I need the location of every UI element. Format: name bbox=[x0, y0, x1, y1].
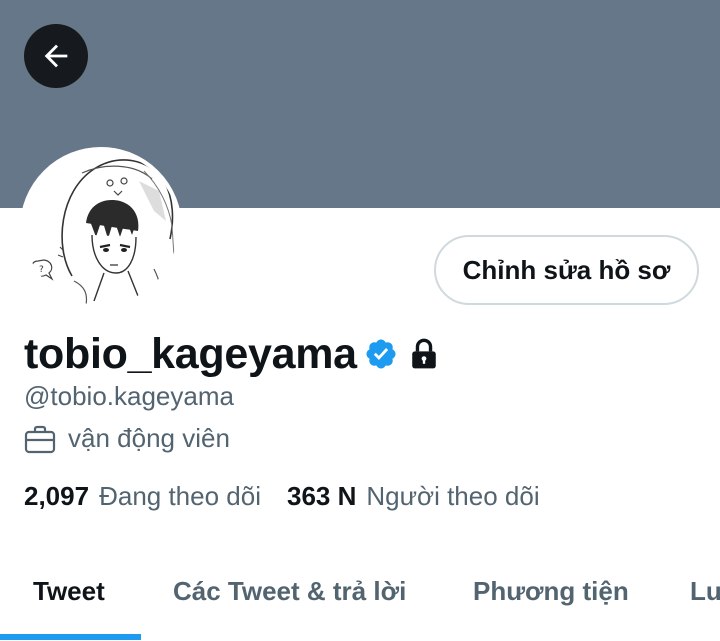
verified-badge-icon[interactable] bbox=[364, 337, 398, 371]
name-row: tobio_kageyama bbox=[24, 328, 440, 380]
tab-likes[interactable]: Lu bbox=[690, 548, 720, 634]
followers-label: Người theo dõi bbox=[366, 481, 540, 511]
profile-tabs: Tweet Các Tweet & trả lời Phương tiện Lu bbox=[0, 548, 720, 641]
active-tab-indicator bbox=[0, 634, 141, 640]
profile-handle: @tobio.kageyama bbox=[24, 381, 234, 411]
arrow-left-icon bbox=[44, 44, 68, 68]
bio-text: vận động viên bbox=[68, 423, 230, 453]
follow-stats: 2,097 Đang theo dõi 363 N Người theo dõi bbox=[24, 481, 540, 512]
bio-row: vận động viên bbox=[24, 423, 230, 454]
tab-tweets[interactable]: Tweet bbox=[33, 548, 105, 634]
tab-tweets-and-replies[interactable]: Các Tweet & trả lời bbox=[173, 548, 406, 634]
edit-profile-button[interactable]: Chỉnh sửa hồ sơ bbox=[434, 235, 699, 305]
following-count: 2,097 bbox=[24, 481, 90, 511]
tab-media[interactable]: Phương tiện bbox=[473, 548, 629, 634]
profile-avatar[interactable]: ? bbox=[20, 147, 182, 309]
display-name: tobio_kageyama bbox=[24, 329, 357, 378]
followers-count: 363 N bbox=[286, 481, 357, 511]
avatar-illustration: ? bbox=[24, 151, 178, 305]
followers-link[interactable]: 363 N Người theo dõi bbox=[287, 481, 540, 512]
following-label: Đang theo dõi bbox=[99, 481, 261, 511]
lock-icon bbox=[412, 338, 436, 369]
back-button[interactable] bbox=[24, 24, 88, 88]
svg-text:?: ? bbox=[39, 265, 44, 275]
briefcase-icon bbox=[24, 425, 56, 453]
following-link[interactable]: 2,097 Đang theo dõi bbox=[24, 481, 261, 512]
